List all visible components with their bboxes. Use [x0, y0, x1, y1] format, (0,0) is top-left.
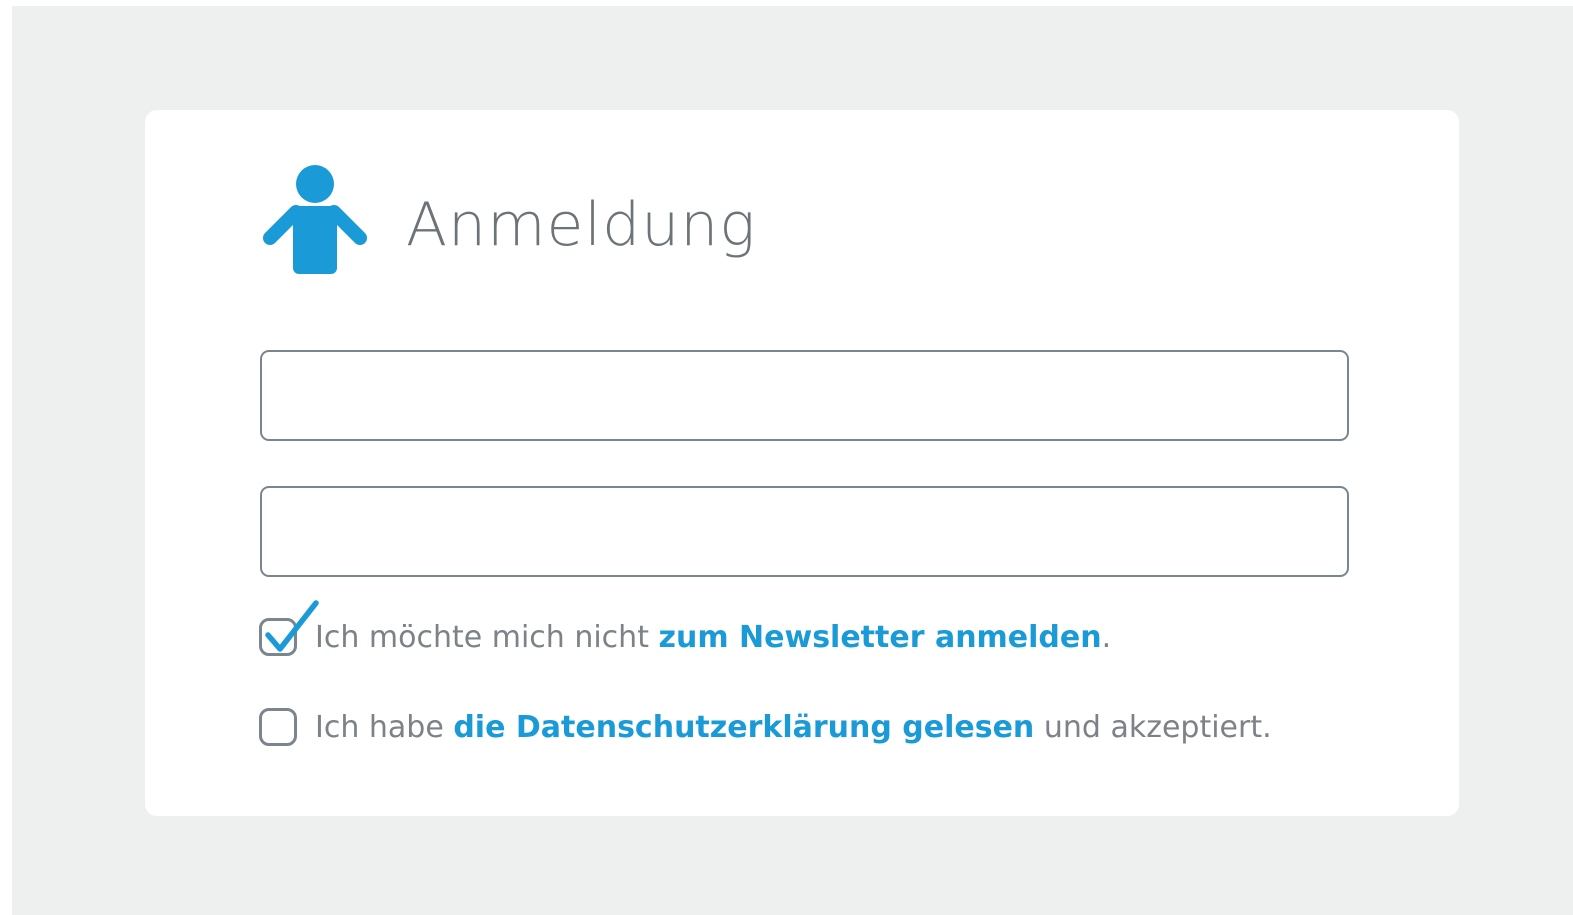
newsletter-checkbox[interactable] [259, 600, 319, 656]
privacy-option: Ich habe die Datenschutzerklärung gelese… [259, 708, 1272, 746]
newsletter-option: Ich möchte mich nicht zum Newsletter anm… [259, 600, 1111, 656]
privacy-text-after: und akzeptiert. [1034, 709, 1272, 745]
newsletter-text-before: Ich möchte mich nicht [315, 619, 659, 655]
privacy-text-before: Ich habe [315, 709, 454, 745]
password-field[interactable] [260, 486, 1349, 577]
page-title: Anmeldung [406, 190, 757, 260]
login-card: Anmeldung Ich möchte mich nicht zum News… [145, 110, 1459, 816]
card-header: Anmeldung [260, 162, 756, 274]
username-field[interactable] [260, 350, 1349, 441]
newsletter-text-after: . [1101, 619, 1112, 655]
person-icon [263, 165, 367, 274]
privacy-policy-link[interactable]: die Datenschutzerklärung gelesen [453, 710, 1034, 745]
privacy-label: Ich habe die Datenschutzerklärung gelese… [315, 710, 1272, 745]
newsletter-label: Ich möchte mich nicht zum Newsletter anm… [315, 620, 1111, 655]
privacy-checkbox[interactable] [259, 708, 297, 746]
checkmark-icon [265, 600, 319, 652]
newsletter-link[interactable]: zum Newsletter anmelden [659, 620, 1102, 655]
